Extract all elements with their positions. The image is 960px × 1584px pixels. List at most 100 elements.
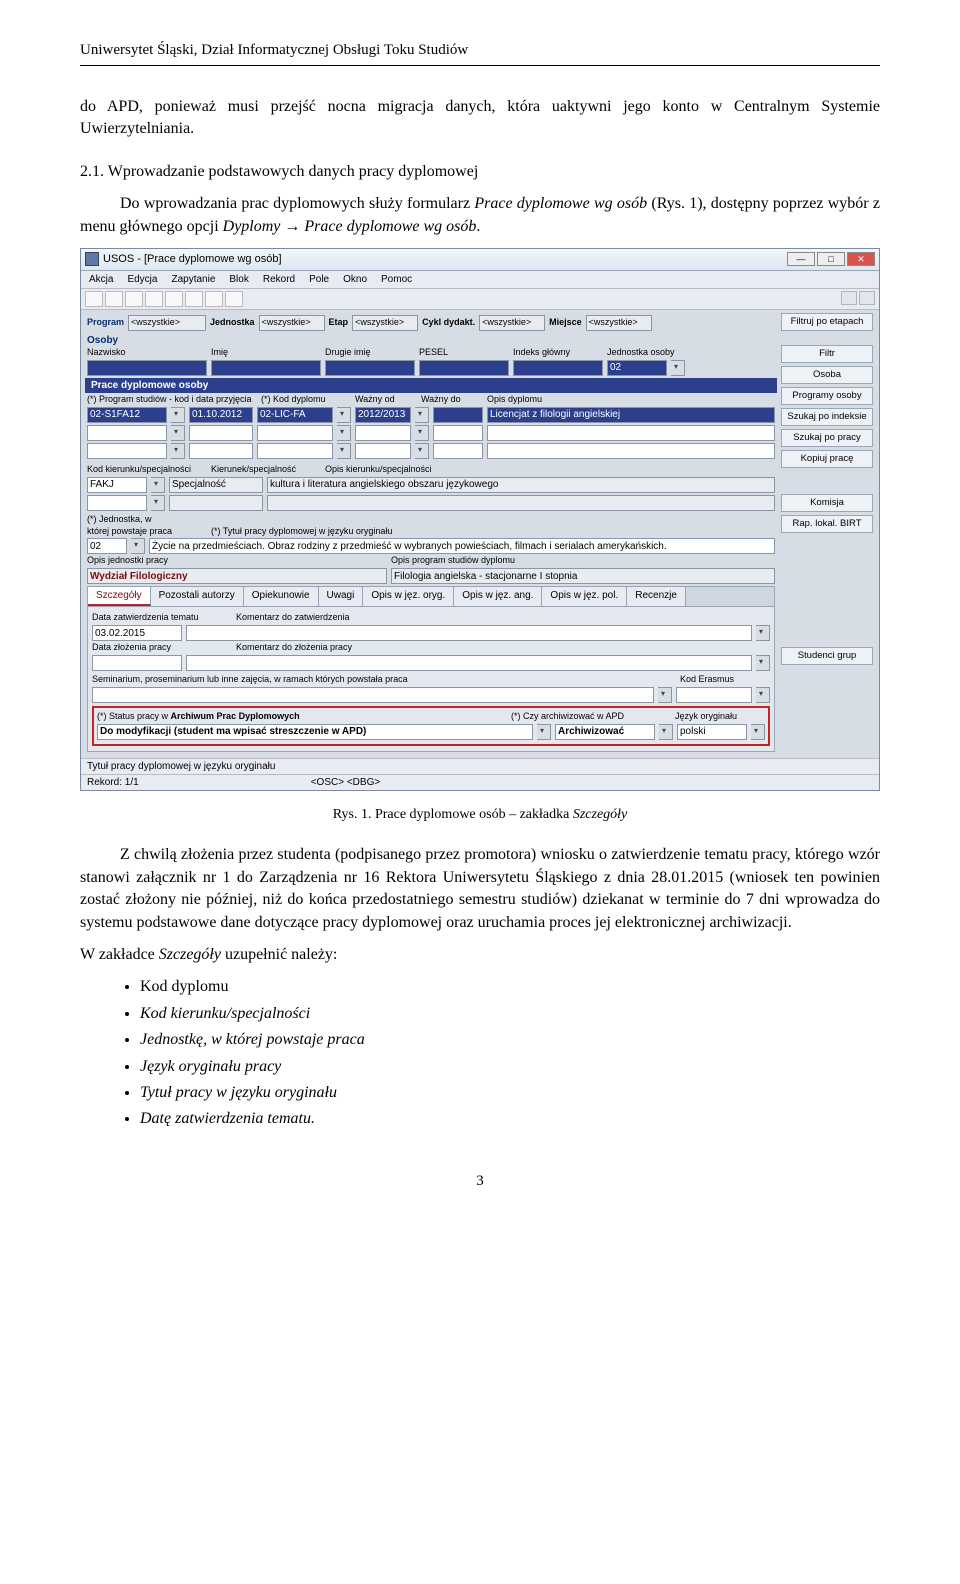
drugie-imie-field[interactable] (325, 360, 415, 376)
jednostka-field[interactable]: <wszystkie> (259, 315, 325, 331)
picker-icon[interactable] (337, 407, 351, 423)
kod-dyplomu-field[interactable]: 02-LIC-FA (257, 407, 333, 423)
empty-field[interactable] (189, 425, 253, 441)
picker-icon[interactable] (131, 538, 145, 554)
picker-icon[interactable] (751, 724, 765, 740)
tool-icon[interactable] (145, 291, 163, 307)
empty-field[interactable] (87, 425, 167, 441)
seminarium-field[interactable] (92, 687, 654, 703)
imie-field[interactable] (211, 360, 321, 376)
tool-icon[interactable] (205, 291, 223, 307)
indeks-field[interactable] (513, 360, 603, 376)
picker-icon[interactable] (171, 407, 185, 423)
empty-field[interactable] (355, 443, 411, 459)
picker-icon[interactable] (337, 425, 351, 441)
kopiuj-prace-button[interactable]: Kopiuj pracę (781, 450, 873, 468)
wazny-do-field[interactable] (433, 407, 483, 423)
studenci-grup-button[interactable]: Studenci grup (781, 647, 873, 665)
picker-icon[interactable] (171, 443, 185, 459)
empty-field[interactable] (257, 425, 333, 441)
menubar-item[interactable]: Blok (229, 274, 248, 285)
kod-kier-field[interactable]: FAKJ (87, 477, 147, 493)
pesel-field[interactable] (419, 360, 509, 376)
empty-field[interactable] (433, 425, 483, 441)
miejsce-field[interactable]: <wszystkie> (586, 315, 652, 331)
filtruj-button[interactable]: Filtruj po etapach (781, 313, 873, 331)
program-kod-field[interactable]: 02-S1FA12 (87, 407, 167, 423)
more-icon[interactable] (756, 655, 770, 671)
rap-birt-button[interactable]: Rap. lokal. BIRT (781, 515, 873, 533)
status-field[interactable]: Do modyfikacji (student ma wpisać stresz… (97, 724, 533, 740)
tool-icon[interactable] (859, 291, 875, 305)
komzatw-field[interactable] (186, 625, 752, 641)
tab-uwagi[interactable]: Uwagi (319, 587, 364, 606)
menubar-item[interactable]: Pole (309, 274, 329, 285)
nazwisko-field[interactable] (87, 360, 207, 376)
tab-opiekunowie[interactable]: Opiekunowie (244, 587, 319, 606)
program-field[interactable]: <wszystkie> (128, 315, 206, 331)
arch-field[interactable]: Archiwizować (555, 724, 655, 740)
empty-field[interactable] (189, 443, 253, 459)
picker-icon[interactable] (337, 443, 351, 459)
tytul-field[interactable]: Życie na przedmieściach. Obraz rodziny z… (149, 538, 775, 554)
cykl-field[interactable]: <wszystkie> (479, 315, 545, 331)
komzloz-field[interactable] (186, 655, 752, 671)
picker-icon[interactable] (151, 477, 165, 493)
jednostka-osoby-field[interactable]: 02 (607, 360, 667, 376)
etap-field[interactable]: <wszystkie> (352, 315, 418, 331)
empty-field[interactable] (487, 425, 775, 441)
tab-autorzy[interactable]: Pozostali autorzy (151, 587, 244, 606)
tool-icon[interactable] (185, 291, 203, 307)
maximize-button[interactable]: □ (817, 252, 845, 266)
picker-icon[interactable] (659, 724, 673, 740)
datazatw-field[interactable]: 03.02.2015 (92, 625, 182, 641)
tool-icon[interactable] (841, 291, 857, 305)
picker-icon[interactable] (415, 443, 429, 459)
picker-icon[interactable] (415, 407, 429, 423)
menubar-item[interactable]: Okno (343, 274, 367, 285)
programy-osoby-button[interactable]: Programy osoby (781, 387, 873, 405)
tab-opis-pol[interactable]: Opis w jęz. pol. (542, 587, 627, 606)
tool-icon[interactable] (225, 291, 243, 307)
szukaj-pracy-button[interactable]: Szukaj po pracy (781, 429, 873, 447)
osoba-button[interactable]: Osoba (781, 366, 873, 384)
menubar-item[interactable]: Pomoc (381, 274, 412, 285)
empty-field[interactable] (355, 425, 411, 441)
tab-recenzje[interactable]: Recenzje (627, 587, 686, 606)
komisja-button[interactable]: Komisja (781, 494, 873, 512)
empty-field[interactable] (87, 443, 167, 459)
datazloz-field[interactable] (92, 655, 182, 671)
menubar-item[interactable]: Akcja (89, 274, 113, 285)
tab-opis-ang[interactable]: Opis w jęz. ang. (454, 587, 542, 606)
jedn-kod-field[interactable]: 02 (87, 538, 127, 554)
tool-icon[interactable] (105, 291, 123, 307)
picker-icon[interactable] (756, 687, 770, 703)
picker-icon[interactable] (671, 360, 685, 376)
picker-icon[interactable] (415, 425, 429, 441)
tab-opis-oryg[interactable]: Opis w jęz. oryg. (363, 587, 454, 606)
menubar-item[interactable]: Zapytanie (171, 274, 215, 285)
empty-field[interactable] (87, 495, 147, 511)
tool-icon[interactable] (165, 291, 183, 307)
picker-icon[interactable] (537, 724, 551, 740)
szukaj-indeks-button[interactable]: Szukaj po indeksie (781, 408, 873, 426)
jezyk-field[interactable]: polski (677, 724, 747, 740)
picker-icon[interactable] (151, 495, 165, 511)
filtr-button[interactable]: Filtr (781, 345, 873, 363)
opis-dyplomu-field[interactable]: Licencjat z filologii angielskiej (487, 407, 775, 423)
tab-szczegoly[interactable]: Szczegóły (88, 587, 151, 606)
wazny-od-field[interactable]: 2012/2013 (355, 407, 411, 423)
close-button[interactable]: ✕ (847, 252, 875, 266)
menubar-item[interactable]: Edycja (127, 274, 157, 285)
erasmus-field[interactable] (676, 687, 752, 703)
more-icon[interactable] (756, 625, 770, 641)
menubar-item[interactable]: Rekord (263, 274, 295, 285)
picker-icon[interactable] (171, 425, 185, 441)
tool-icon[interactable] (85, 291, 103, 307)
minimize-button[interactable]: — (787, 252, 815, 266)
empty-field[interactable] (257, 443, 333, 459)
empty-field[interactable] (487, 443, 775, 459)
tool-icon[interactable] (125, 291, 143, 307)
picker-icon[interactable] (658, 687, 672, 703)
data-przyjecia-field[interactable]: 01.10.2012 (189, 407, 253, 423)
